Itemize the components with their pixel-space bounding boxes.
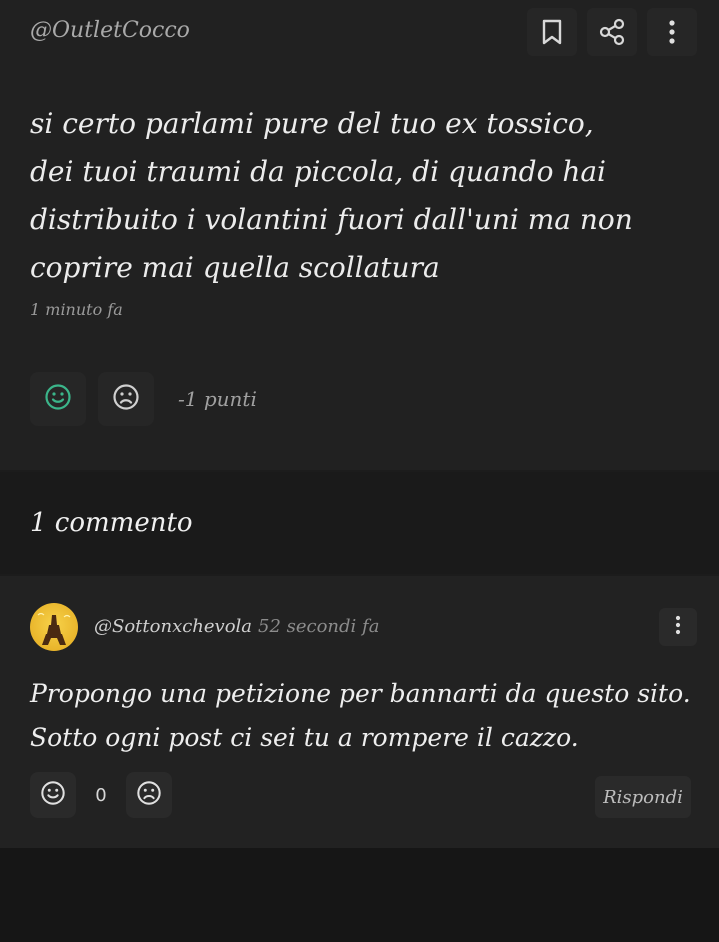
comments-section-header: 1 commento	[0, 472, 719, 574]
eiffel-tower-icon	[37, 610, 71, 645]
more-vertical-icon	[668, 19, 676, 45]
comment-more-options-button[interactable]	[659, 608, 697, 646]
more-options-button[interactable]	[647, 8, 697, 56]
comment-vote-bar: 0	[30, 772, 172, 818]
post-vote-bar: -1 punti	[30, 372, 257, 426]
comment-downvote-button[interactable]	[126, 772, 172, 818]
share-icon	[598, 18, 626, 46]
comment-text: Propongo una petizione per bannarti da q…	[30, 679, 691, 752]
avatar[interactable]	[30, 603, 78, 651]
comments-count: 1 commento	[30, 508, 193, 538]
frown-icon	[112, 383, 140, 415]
comment-author[interactable]: @Sottonxchevola	[94, 616, 252, 637]
comment-timestamp: 52 secondi fa	[258, 616, 380, 637]
post-points: -1 punti	[178, 387, 257, 411]
post-text: si certo parlami pure del tuo ex tossico…	[30, 107, 633, 284]
post-author[interactable]: @OutletCocco	[30, 18, 190, 43]
frown-icon	[136, 780, 162, 810]
upvote-button[interactable]	[30, 372, 86, 426]
bookmark-icon	[541, 19, 563, 45]
more-vertical-icon	[675, 615, 681, 639]
bookmark-button[interactable]	[527, 8, 577, 56]
comment-score: 0	[95, 784, 107, 806]
post-card: @OutletCocco si certo parlami pure del t…	[0, 0, 719, 470]
share-button[interactable]	[587, 8, 637, 56]
post-actions	[527, 8, 697, 56]
smile-icon	[40, 780, 66, 810]
post-timestamp: 1 minuto fa	[30, 300, 123, 319]
page-footer-area	[0, 848, 719, 942]
comment-upvote-button[interactable]	[30, 772, 76, 818]
reply-button[interactable]: Rispondi	[595, 776, 691, 818]
smile-icon	[44, 383, 72, 415]
downvote-button[interactable]	[98, 372, 154, 426]
comment-card: @Sottonxchevola 52 secondi fa Propongo u…	[0, 576, 719, 848]
